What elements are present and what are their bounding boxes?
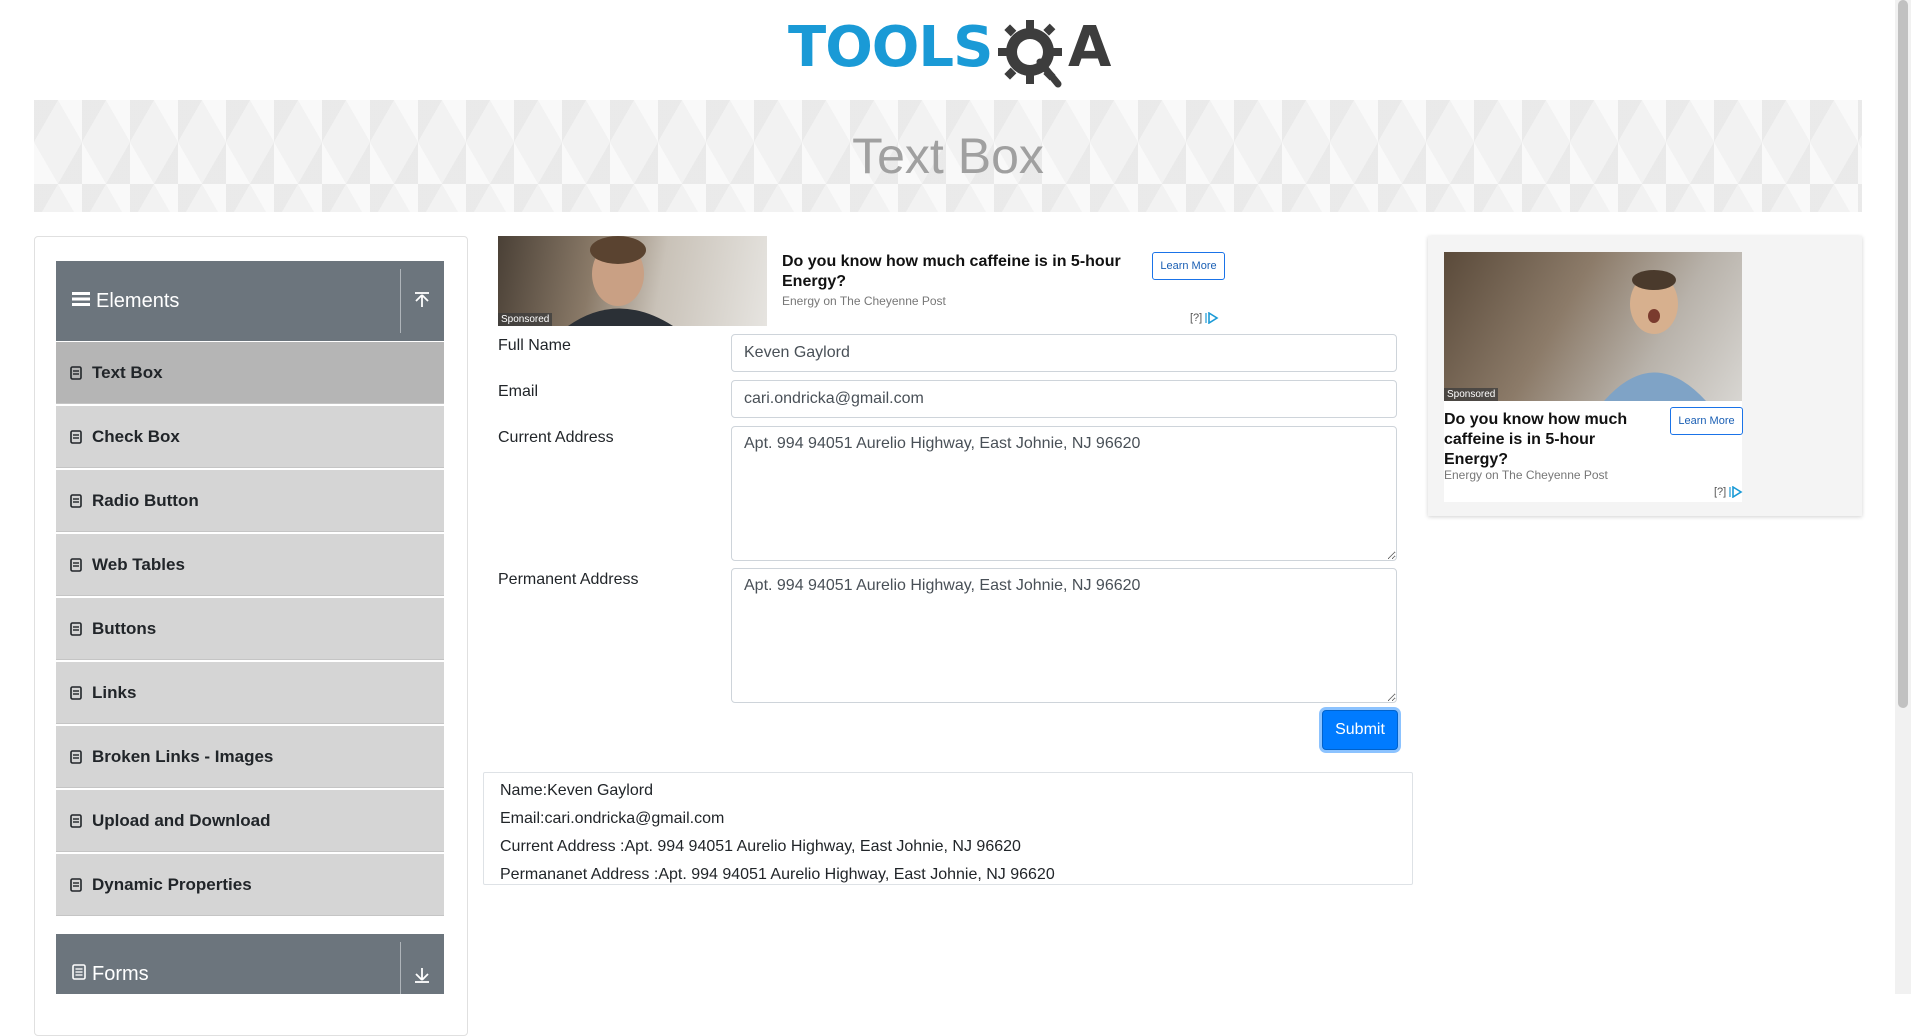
sponsored-tag: Sponsored [498,313,553,326]
hamburger-icon [72,290,90,313]
menu-item-text-box[interactable]: Text Box [56,342,444,404]
list-icon [70,621,88,636]
ad-headline[interactable]: Do you know how much caffeine is in 5-ho… [1444,410,1654,470]
menu-item-label: Dynamic Properties [92,874,252,894]
list-icon [70,877,88,892]
menu-item-label: Buttons [92,618,157,638]
menu-item-label: Links [92,682,137,702]
document-icon [72,963,86,986]
elements-menu-list: Text Box Check Box Radio Button Web Tabl… [56,342,444,918]
output-email: Email:cari.ondricka@gmail.com [500,810,725,827]
ad-image[interactable]: Sponsored [1444,252,1742,401]
adchoices-icon [1205,312,1219,324]
output-current-address: Current Address :Apt. 994 94051 Aurelio … [500,838,1021,855]
surprised-man-photo-icon [1604,270,1706,401]
group-header-label: Forms [92,962,149,985]
menu-item-dynamic-properties[interactable]: Dynamic Properties [56,854,444,916]
list-icon [70,429,88,444]
menu-item-web-tables[interactable]: Web Tables [56,534,444,596]
top-advertisement[interactable]: Sponsored Do you know how much caffeine … [498,236,1228,326]
current-address-textarea[interactable]: Apt. 994 94051 Aurelio Highway, East Joh… [731,426,1397,561]
logo-suffix: A [1068,15,1112,80]
menu-item-buttons[interactable]: Buttons [56,598,444,660]
page-scrollbar[interactable] [1895,0,1911,994]
menu-item-label: Text Box [92,362,163,382]
ad-source[interactable]: Energy on The Cheyenne Post [782,294,946,308]
submit-button[interactable]: Submit [1322,710,1398,750]
adchoices-label: [?] [1190,312,1203,324]
permanent-address-textarea[interactable]: Apt. 994 94051 Aurelio Highway, East Joh… [731,568,1397,703]
permanent-address-label: Permanent Address [498,571,639,588]
list-icon [70,557,88,572]
group-header-elements[interactable]: Elements [56,261,444,341]
learn-more-button[interactable]: Learn More [1152,252,1225,280]
menu-item-check-box[interactable]: Check Box [56,406,444,468]
menu-item-broken-links-images[interactable]: Broken Links - Images [56,726,444,788]
group-header-forms[interactable]: Forms [56,934,444,994]
expand-down-icon[interactable] [400,934,444,1014]
list-icon [70,685,88,700]
ad-image[interactable]: Sponsored [498,236,767,326]
group-header-label: Elements [96,289,180,312]
collapse-up-icon[interactable] [400,261,444,341]
menu-item-label: Radio Button [92,490,199,510]
adchoices-label: [?] [1714,486,1727,498]
menu-item-label: Check Box [92,426,180,446]
email-label: Email [498,383,539,400]
menu-item-links[interactable]: Links [56,662,444,724]
menu-item-upload-and-download[interactable]: Upload and Download [56,790,444,852]
full-name-input[interactable] [731,334,1397,372]
current-address-label: Current Address [498,429,614,446]
menu-item-label: Upload and Download [92,810,271,830]
sponsored-tag: Sponsored [1444,388,1499,401]
list-icon [70,365,88,380]
output-permanent-address: Permananet Address :Apt. 994 94051 Aurel… [500,866,1055,883]
adchoices[interactable]: [?] [1190,312,1219,324]
menu-item-radio-button[interactable]: Radio Button [56,470,444,532]
gear-magnifier-icon [998,20,1062,88]
adchoices-icon [1729,486,1743,498]
full-name-label: Full Name [498,337,571,354]
menu-item-label: Broken Links - Images [92,746,274,766]
list-icon [70,493,88,508]
output-name: Name:Keven Gaylord [500,782,653,799]
ad-headline[interactable]: Do you know how much caffeine is in 5-ho… [782,252,1132,292]
scrollbar-thumb[interactable] [1898,0,1908,708]
page-banner: Text Box [34,100,1862,212]
right-advertisement[interactable]: Sponsored Do you know how much caffeine … [1428,236,1862,516]
list-icon [70,813,88,828]
ad-source[interactable]: Energy on The Cheyenne Post [1444,468,1608,482]
email-input[interactable] [731,380,1397,418]
toolsqa-logo[interactable]: TOOLS A [788,14,1113,92]
logo-text: TOOLS [788,15,993,80]
adchoices[interactable]: [?] [1714,486,1743,498]
menu-item-label: Web Tables [92,554,185,574]
output-box: Name:Keven Gaylord Email:cari.ondricka@g… [483,772,1413,885]
learn-more-button[interactable]: Learn More [1670,407,1743,435]
list-icon [70,749,88,764]
page-title: Text Box [852,128,1044,184]
